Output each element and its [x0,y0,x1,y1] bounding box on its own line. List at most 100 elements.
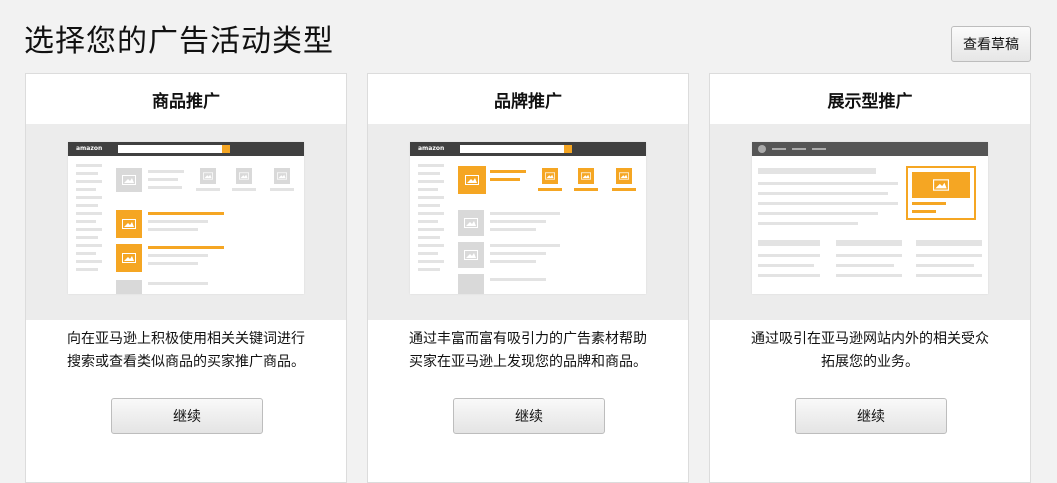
mock-line [490,278,546,281]
mock-sidebar-line [76,164,102,167]
sponsored-image-icon [116,210,142,238]
mock-line [758,222,858,225]
mock-sidebar-line [76,220,96,223]
mock-logo: amazon [76,145,103,152]
campaign-card-sponsored-brands[interactable]: 品牌推广 amazon 通过丰富而富有吸引力的广告素材帮助 买家在亚马逊上发现您… [367,73,689,483]
display-ad-line [912,202,946,205]
mock-line [916,240,982,246]
card-preview: amazon [26,124,346,320]
mock-sidebar-line [418,236,440,239]
image-placeholder-icon [274,168,290,184]
mock-search-button [564,145,572,153]
mock-sidebar-line [76,268,98,271]
mock-line [148,228,198,231]
mock-line [758,182,898,185]
card-preview [710,124,1030,320]
mock-logo: amazon [418,145,445,152]
card-preview: amazon [368,124,688,320]
mock-nav-bar: amazon [410,142,646,156]
mock-search-box [460,145,564,153]
mock-sidebar-line [76,204,98,207]
mock-nav-bar: amazon [68,142,304,156]
mock-line [758,212,878,215]
mock-search-box [118,145,222,153]
mock-sidebar-line [76,172,98,175]
mock-sidebar-line [418,260,444,263]
image-placeholder-icon [116,168,142,192]
brand-product-image-icon [578,168,594,184]
mock-sidebar-line [418,172,440,175]
description-line: 向在亚马逊上积极使用相关关键词进行 [67,331,305,347]
mock-line [836,274,902,277]
image-placeholder-icon [236,168,252,184]
brand-product-image-icon [542,168,558,184]
display-ad-frame [906,166,976,220]
campaign-card-sponsored-display[interactable]: 展示型推广 通过吸引在亚马逊网站内外的相关受众 拓展您的业务。 继续 [709,73,1031,483]
mock-line [490,228,536,231]
card-title: 商品推广 [152,91,220,112]
image-placeholder-icon [116,280,142,294]
mock-search-button [222,145,230,153]
mock-nav-line [812,148,826,150]
continue-button[interactable]: 继续 [453,398,605,434]
mock-nav-line [772,148,786,150]
mock-line [916,274,982,277]
mock-sidebar-line [418,244,444,247]
mock-line [148,170,184,173]
continue-button[interactable]: 继续 [795,398,947,434]
sponsored-line [148,212,224,215]
mock-sidebar-line [418,252,438,255]
mock-line [148,282,208,285]
mock-sidebar-line [418,196,444,199]
card-description: 通过吸引在亚马逊网站内外的相关受众 拓展您的业务。 [710,328,1030,374]
brand-line [538,188,562,191]
continue-button[interactable]: 继续 [111,398,263,434]
brand-logo-image-icon [458,166,486,194]
mock-line [490,244,560,247]
mock-sidebar-line [76,188,96,191]
image-placeholder-icon [458,242,484,268]
mock-sidebar-line [418,220,438,223]
view-drafts-button[interactable]: 查看草稿 [951,26,1031,62]
display-ad-line [912,210,936,213]
mock-line [916,254,982,257]
sponsored-image-icon [116,244,142,272]
description-line: 拓展您的业务。 [821,354,919,370]
mock-sidebar-line [76,196,102,199]
mock-line [836,264,894,267]
mock-sidebar-line [418,212,444,215]
mock-line [836,240,902,246]
description-line: 通过丰富而富有吸引力的广告素材帮助 [409,331,647,347]
mock-line [490,220,546,223]
mock-sidebar-line [76,228,102,231]
mock-sidebar-line [418,268,440,271]
mock-dot [758,145,766,153]
mock-sidebar-line [76,252,96,255]
mock-sidebar-line [418,164,444,167]
display-ad-image-icon [912,172,970,198]
mock-nav-bar [752,142,988,156]
brand-headline-line [490,170,526,173]
mock-line [148,220,208,223]
mock-line [916,264,974,267]
mock-line [490,260,536,263]
card-description: 通过丰富而富有吸引力的广告素材帮助 买家在亚马逊上发现您的品牌和商品。 [368,328,688,374]
description-line: 搜索或查看类似商品的买家推广商品。 [67,354,305,370]
brand-product-image-icon [616,168,632,184]
mock-line [148,254,208,257]
mock-sidebar-line [76,260,102,263]
mock-line [490,212,560,215]
mock-line [232,188,256,191]
mock-sidebar-line [418,204,440,207]
mock-line [758,202,898,205]
image-placeholder-icon [458,210,484,236]
card-title: 品牌推广 [494,91,562,112]
card-title: 展示型推广 [827,91,913,112]
campaign-card-sponsored-products[interactable]: 商品推广 amazon 向在亚马逊上积极使用相关关键词进行 搜索或查看类似商品的… [25,73,347,483]
mock-line [148,186,182,189]
mock-sidebar-line [76,180,102,183]
mock-line [270,188,294,191]
page-title: 选择您的广告活动类型 [24,24,334,59]
image-placeholder-icon [458,274,484,294]
mock-sidebar-line [418,228,444,231]
